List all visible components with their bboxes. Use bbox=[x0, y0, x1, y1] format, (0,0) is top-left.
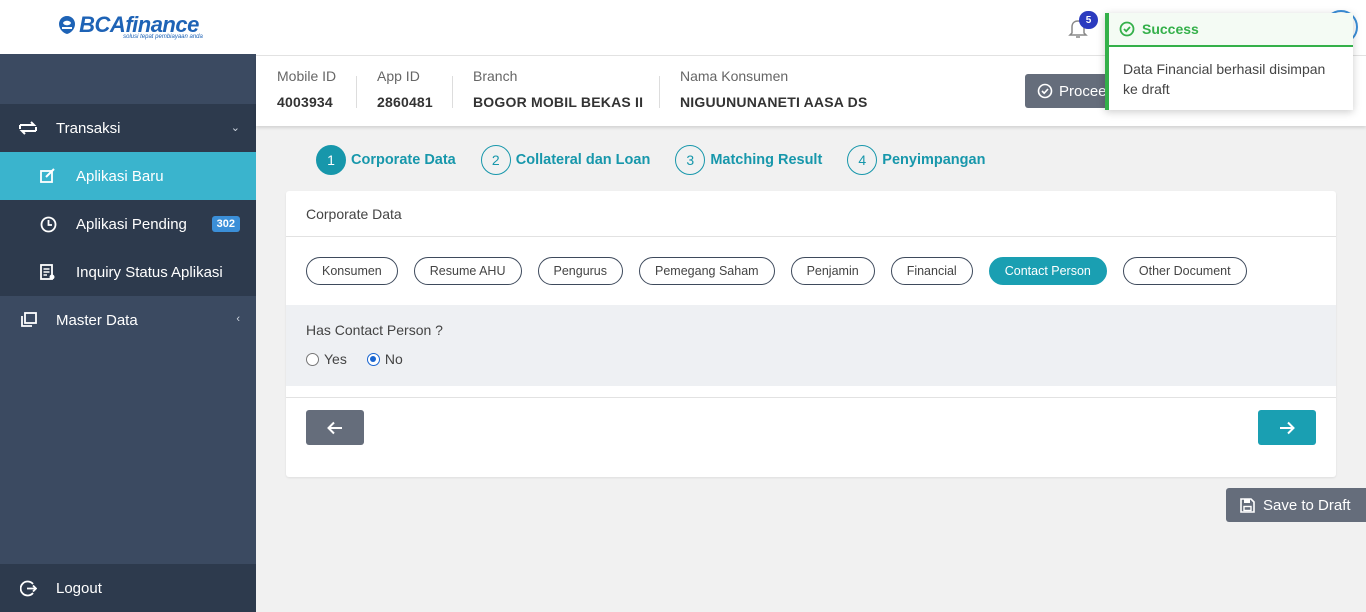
logo-text: BCAfinance bbox=[79, 12, 199, 37]
tab-other-document[interactable]: Other Document bbox=[1122, 257, 1247, 285]
branch-value: BOGOR MOBIL BEKAS II bbox=[473, 94, 644, 110]
step-corporate-data[interactable]: 1 Corporate Data bbox=[316, 145, 456, 175]
save-to-draft-button[interactable]: Save to Draft bbox=[1226, 488, 1366, 522]
app-id-label: App ID bbox=[377, 68, 420, 84]
branch-label: Branch bbox=[473, 68, 518, 84]
save-to-draft-label: Save to Draft bbox=[1263, 496, 1351, 514]
question-label: Has Contact Person ? bbox=[306, 322, 443, 338]
pending-count-badge: 302 bbox=[211, 216, 240, 232]
step-label: Penyimpangan bbox=[882, 152, 986, 168]
step-number: 3 bbox=[675, 145, 706, 175]
mobile-id-value: 4003934 bbox=[277, 94, 333, 110]
check-circle-icon bbox=[1037, 83, 1053, 99]
logout-button[interactable]: Logout bbox=[0, 564, 256, 612]
tab-contact-person[interactable]: Contact Person bbox=[988, 257, 1107, 285]
section-tabs: Konsumen Resume AHU Pengurus Pemegang Sa… bbox=[306, 257, 1247, 285]
mobile-id-field: Mobile ID 4003934 bbox=[277, 68, 336, 110]
sidebar-item-inquiry-status[interactable]: Inquiry Status Aplikasi bbox=[0, 248, 256, 296]
logout-icon bbox=[18, 578, 38, 598]
sidebar-item-label: Transaksi bbox=[56, 119, 121, 137]
step-penyimpangan[interactable]: 4 Penyimpangan bbox=[847, 145, 985, 175]
transfer-icon bbox=[18, 118, 38, 138]
contact-person-question: Has Contact Person ? Yes No bbox=[286, 305, 1336, 386]
back-button[interactable] bbox=[306, 410, 364, 445]
document-icon bbox=[38, 262, 58, 282]
sidebar-item-transaksi[interactable]: Transaksi ⌄ bbox=[0, 104, 256, 152]
check-circle-icon bbox=[1119, 21, 1135, 37]
step-label: Collateral dan Loan bbox=[515, 152, 651, 168]
app-id-value: 2860481 bbox=[377, 94, 433, 110]
step-number: 4 bbox=[847, 145, 878, 175]
arrow-right-icon bbox=[1280, 421, 1295, 434]
branch-field: Branch BOGOR MOBIL BEKAS II bbox=[473, 68, 643, 110]
tab-resume-ahu[interactable]: Resume AHU bbox=[413, 257, 522, 285]
nama-konsumen-label: Nama Konsumen bbox=[680, 68, 789, 84]
sidebar-item-master-data[interactable]: Master Data ‹ bbox=[0, 296, 256, 344]
tab-pengurus[interactable]: Pengurus bbox=[537, 257, 624, 285]
clock-icon bbox=[38, 214, 58, 234]
sidebar: BCAfinance solusi tepat pembiayaan anda … bbox=[0, 0, 256, 612]
radio-yes[interactable]: Yes bbox=[306, 351, 347, 367]
tab-penjamin[interactable]: Penjamin bbox=[790, 257, 875, 285]
success-toast[interactable]: Success Data Financial berhasil disimpan… bbox=[1105, 13, 1353, 110]
notification-badge: 5 bbox=[1079, 11, 1098, 29]
app-id-field: App ID 2860481 bbox=[377, 68, 433, 110]
step-number: 2 bbox=[480, 145, 511, 175]
logo-tagline: solusi tepat pembiayaan anda bbox=[123, 34, 203, 40]
step-label: Matching Result bbox=[710, 152, 823, 168]
edit-icon bbox=[38, 166, 58, 186]
step-label: Corporate Data bbox=[351, 152, 456, 168]
card-title: Corporate Data bbox=[286, 191, 1336, 237]
arrow-left-icon bbox=[327, 421, 342, 434]
sidebar-item-label: Aplikasi Baru bbox=[76, 167, 164, 185]
divider bbox=[286, 397, 1336, 398]
step-matching-result[interactable]: 3 Matching Result bbox=[675, 145, 822, 175]
chevron-left-icon: ‹ bbox=[236, 313, 240, 325]
radio-yes-label: Yes bbox=[324, 351, 347, 367]
bca-logo-icon bbox=[59, 16, 76, 34]
radio-yes-circle[interactable] bbox=[306, 352, 319, 366]
radio-no-label: No bbox=[384, 351, 403, 367]
sidebar-item-aplikasi-baru[interactable]: Aplikasi Baru bbox=[0, 152, 256, 200]
toast-message: Data Financial berhasil disimpan ke draf… bbox=[1123, 61, 1326, 97]
mobile-id-label: Mobile ID bbox=[277, 68, 337, 84]
nama-konsumen-field: Nama Konsumen NIGUUNUNANETI AASA DS bbox=[680, 68, 868, 110]
corporate-data-card: Corporate Data Konsumen Resume AHU Pengu… bbox=[286, 191, 1336, 477]
chevron-down-icon: ⌄ bbox=[230, 122, 240, 134]
logo[interactable]: BCAfinance solusi tepat pembiayaan anda bbox=[0, 0, 256, 54]
copy-icon bbox=[18, 310, 38, 330]
sidebar-item-aplikasi-pending[interactable]: Aplikasi Pending 302 bbox=[0, 200, 256, 248]
sidebar-item-label: Master Data bbox=[56, 311, 138, 329]
tab-pemegang-saham[interactable]: Pemegang Saham bbox=[639, 257, 775, 285]
radio-no-circle[interactable] bbox=[366, 352, 380, 366]
radio-no[interactable]: No bbox=[366, 351, 403, 367]
tab-financial[interactable]: Financial bbox=[890, 257, 973, 285]
sidebar-item-label: Aplikasi Pending bbox=[76, 215, 187, 233]
nama-konsumen-value: NIGUUNUNANETI AASA DS bbox=[680, 94, 868, 110]
toast-header: Success bbox=[1109, 13, 1353, 47]
stepper: 1 Corporate Data 2 Collateral dan Loan 3… bbox=[316, 145, 1010, 175]
tab-konsumen[interactable]: Konsumen bbox=[306, 257, 398, 285]
toast-title: Success bbox=[1142, 21, 1199, 37]
sidebar-item-label: Inquiry Status Aplikasi bbox=[76, 263, 223, 281]
step-collateral-loan[interactable]: 2 Collateral dan Loan bbox=[480, 145, 651, 175]
logout-label: Logout bbox=[56, 579, 102, 597]
contact-person-radio-group: Yes No bbox=[306, 351, 1316, 367]
next-button[interactable] bbox=[1258, 410, 1316, 445]
save-icon bbox=[1240, 497, 1255, 513]
step-number: 1 bbox=[316, 145, 346, 175]
